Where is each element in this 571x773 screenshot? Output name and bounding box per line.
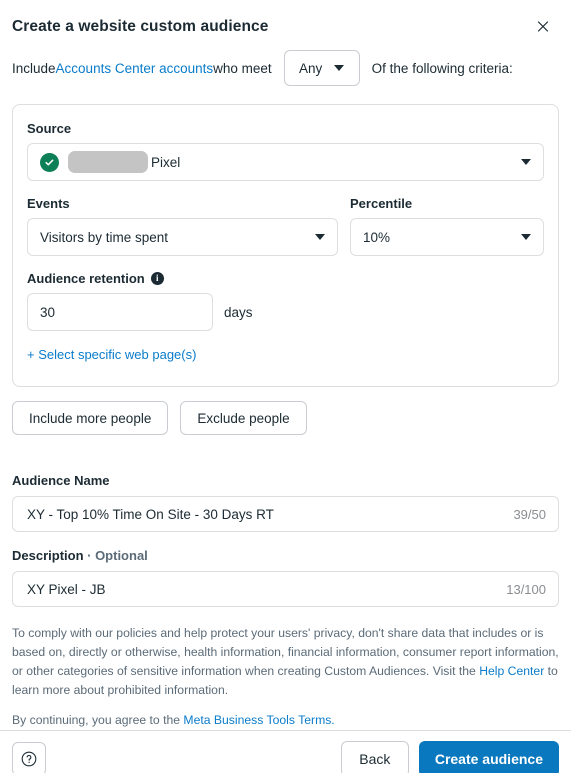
back-button[interactable]: Back [340,740,409,773]
verified-check-icon [40,152,59,172]
audience-retention-input[interactable] [27,293,213,331]
events-field: Events Visitors by time spent [27,196,338,256]
audience-retention-field: Audience retention i days + Select speci… [27,271,544,364]
percentile-dropdown[interactable]: 10% [350,218,544,256]
help-circle-icon[interactable] [12,741,46,773]
source-label: Source [27,121,72,136]
source-dropdown[interactable]: Pixel [27,143,544,181]
events-label: Events [27,196,70,211]
audience-retention-label-text: Audience retention [27,271,145,286]
chevron-down-icon [315,234,325,240]
events-dropdown[interactable]: Visitors by time spent [27,218,338,256]
audience-name-counter: 39/50 [513,506,546,522]
events-percentile-row: Events Visitors by time spent Percentile… [27,196,544,256]
chevron-down-icon [521,234,531,240]
exclude-people-button[interactable]: Exclude people [180,401,307,435]
source-value-wrap: Pixel [40,151,180,173]
create-website-custom-audience-dialog: Create a website custom audience Include… [0,0,571,773]
dialog-header: Create a website custom audience [0,0,571,38]
criteria-middle: who meet [213,60,272,76]
criteria-suffix: Of the following criteria: [371,60,513,76]
description-input-wrap: 13/100 [12,571,559,607]
audience-name-label: Audience Name [12,473,110,488]
criteria-row: Include Accounts Center accounts who mee… [0,38,571,86]
chevron-down-icon [334,65,345,71]
legal-paragraph-2: By continuing, you agree to the Meta Bus… [12,711,559,730]
redacted-pixel-name [68,151,148,173]
description-label-text: Description [12,548,84,563]
description-section: Description · Optional 13/100 [12,548,559,607]
description-optional-tag: · Optional [83,548,148,563]
percentile-value: 10% [363,229,391,245]
description-counter: 13/100 [506,581,546,597]
legal-disclaimer: To comply with our policies and help pro… [12,624,559,730]
select-specific-web-pages-link[interactable]: + Select specific web page(s) [27,347,196,362]
match-type-dropdown[interactable]: Any [283,50,360,86]
footer-actions: Back Create audience [340,740,559,773]
percentile-label: Percentile [350,196,413,211]
chevron-down-icon [521,159,531,165]
audience-name-section: Audience Name 39/50 [12,473,559,532]
description-label: Description · Optional [12,548,559,563]
create-audience-button[interactable]: Create audience [418,740,559,773]
days-unit-label: days [224,304,253,320]
include-more-people-button[interactable]: Include more people [12,401,169,435]
page-title: Create a website custom audience [12,18,269,35]
audience-action-buttons: Include more people Exclude people [12,401,559,435]
audience-retention-label: Audience retention i [27,271,544,286]
criteria-prefix: Include [12,60,56,76]
meta-business-tools-terms-link[interactable]: Meta Business Tools Terms. [183,713,334,727]
dialog-footer: Back Create audience [0,729,571,773]
audience-name-input-wrap: 39/50 [12,496,559,532]
close-icon[interactable] [531,14,555,38]
match-type-value: Any [299,60,323,76]
audience-retention-input-row: days [27,293,544,331]
legal-paragraph-1: To comply with our policies and help pro… [12,624,559,700]
events-value: Visitors by time spent [40,229,169,245]
description-input[interactable] [25,580,497,598]
accounts-center-accounts-link[interactable]: Accounts Center accounts [56,61,214,76]
percentile-field: Percentile 10% [350,196,544,256]
legal-p2-part1: By continuing, you agree to the [12,712,184,727]
legal-p1-part1: To comply with our policies and help pro… [12,626,559,678]
audience-name-input[interactable] [25,505,504,523]
info-icon[interactable]: i [150,272,164,285]
source-criteria-card: Source Pixel Events Visitors by time spe… [12,104,559,387]
help-center-link[interactable]: Help Center [479,664,544,678]
source-value-label: Pixel [151,154,181,170]
